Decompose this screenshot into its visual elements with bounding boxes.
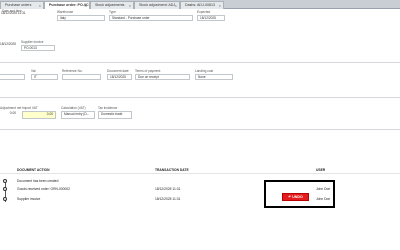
reference-label: Reference No. (62, 69, 83, 73)
tab-label: Purchase order: PO-0C (49, 3, 89, 7)
tab-label: Stock adjustments (95, 3, 125, 7)
terms-of-payment-label: Terms of payment (135, 69, 161, 73)
tab-label: Purchase orders (5, 3, 32, 7)
tab-bar: Purchase orders × Purchase order: PO-0C × … (0, 0, 400, 9)
close-icon[interactable]: × (39, 2, 41, 9)
section-divider (0, 97, 400, 98)
history-action: Document has been created (17, 179, 59, 183)
tab-dashs[interactable]: Dashs: ADJ-00813 × (180, 1, 224, 9)
undo-label: UNDO (292, 195, 303, 199)
landing-cost-label: Landing cost (195, 69, 214, 73)
column-header-date: TRANSACTION DATE (155, 168, 189, 172)
history-action: Goods received order: GRN-000002 (17, 187, 70, 191)
import-vat-field[interactable]: Import VAT 0.00 (22, 106, 56, 119)
supplier-invoice-label: Supplier invoice (21, 40, 44, 44)
history-date: 18/12/2025 11:31 (155, 197, 181, 201)
tax-incidence-label: Tax incidence (98, 106, 118, 110)
left-empty-field[interactable] (0, 69, 25, 80)
tab-label: Stock adjustment: ADJ (139, 3, 176, 7)
calculation-label: Calculation (VAT) (61, 106, 86, 110)
type-select[interactable]: Standard - Purchase order (109, 15, 193, 21)
history-date: 18/12/2025 11:31 (155, 187, 181, 191)
adjustment-field[interactable]: Adjustment net 0.00 (0, 106, 22, 117)
calculation-select[interactable]: Manual entry (D... (61, 111, 95, 119)
timeline-dot-icon (3, 197, 7, 201)
tab-stock-adjustments[interactable]: Stock adjustments × (90, 1, 134, 9)
close-icon[interactable]: × (129, 2, 131, 9)
tab-purchase-order[interactable]: Purchase order: PO-0C × (44, 1, 90, 9)
date-time-label: Date and time (2, 9, 22, 13)
table-header-divider (0, 173, 400, 174)
expected-input[interactable]: 18/12/2025 (197, 15, 225, 21)
history-action: Supplier invoice (17, 197, 41, 201)
vat-select[interactable]: IT (31, 74, 58, 80)
import-vat-label: Import VAT (22, 106, 38, 110)
landing-cost-field[interactable]: Landing cost None (195, 69, 233, 80)
section-divider (0, 62, 400, 63)
date-time-label-field: Date and time (2, 9, 50, 13)
calculation-field[interactable]: Calculation (VAT) Manual entry (D... (61, 106, 95, 119)
adjustment-input[interactable]: 0.00 (0, 111, 17, 117)
tax-incidence-select[interactable]: Domestic trade (98, 111, 132, 119)
tab-purchase-orders[interactable]: Purchase orders × (0, 1, 44, 9)
supplier-invoice-input[interactable]: PO-0013 (21, 45, 55, 51)
warehouse-label: Warehouse (57, 10, 74, 14)
undo-button[interactable]: ↶ UNDO (282, 193, 309, 201)
adjustment-label: Adjustment net (0, 106, 22, 110)
landing-cost-select[interactable]: None (195, 74, 233, 80)
section-divider (0, 129, 400, 130)
expected-label: Expected (197, 10, 211, 14)
reference-input[interactable] (62, 74, 101, 80)
terms-of-payment-select[interactable]: Due on receipt (135, 74, 190, 80)
document-date-label: Document date (107, 69, 129, 73)
warehouse-field[interactable]: Warehouse Italy (57, 10, 105, 21)
import-vat-input[interactable]: 0.00 (22, 111, 56, 119)
column-header-user: USER (316, 168, 326, 172)
timeline-dot-icon (3, 187, 7, 191)
expected-field[interactable]: Expected 18/12/2025 (197, 10, 225, 21)
tax-incidence-field[interactable]: Tax incidence Domestic trade (98, 106, 132, 119)
terms-of-payment-field[interactable]: Terms of payment Due on receipt (135, 69, 190, 80)
column-header-action: DOCUMENT ACTION (17, 168, 50, 172)
close-icon[interactable]: × (219, 2, 221, 9)
timeline-dot-icon (3, 179, 7, 183)
vat-field[interactable]: Vat IT (31, 69, 58, 80)
supplier-invoice-date-field[interactable]: 18/12/2025 11:31 (0, 37, 17, 48)
tab-label: Dashs: ADJ-00813 (185, 3, 215, 7)
close-icon[interactable]: × (175, 2, 177, 9)
left-empty-input[interactable] (0, 74, 25, 80)
type-field[interactable]: Type Standard - Purchase order (109, 10, 193, 21)
type-label: Type (109, 10, 116, 14)
document-date-input[interactable]: 18/12/2025 (107, 74, 132, 80)
supplier-invoice-date-input: 18/12/2025 11:31 (0, 42, 17, 48)
warehouse-input[interactable]: Italy (57, 15, 105, 21)
tab-stock-adjustment[interactable]: Stock adjustment: ADJ × (134, 1, 180, 9)
document-date-field[interactable]: Document date 18/12/2025 (107, 69, 132, 80)
reference-field[interactable]: Reference No. (62, 69, 101, 80)
supplier-invoice-field[interactable]: Supplier invoice PO-0013 (21, 40, 55, 51)
vat-label: Vat (31, 69, 36, 73)
close-icon[interactable]: × (85, 2, 87, 9)
